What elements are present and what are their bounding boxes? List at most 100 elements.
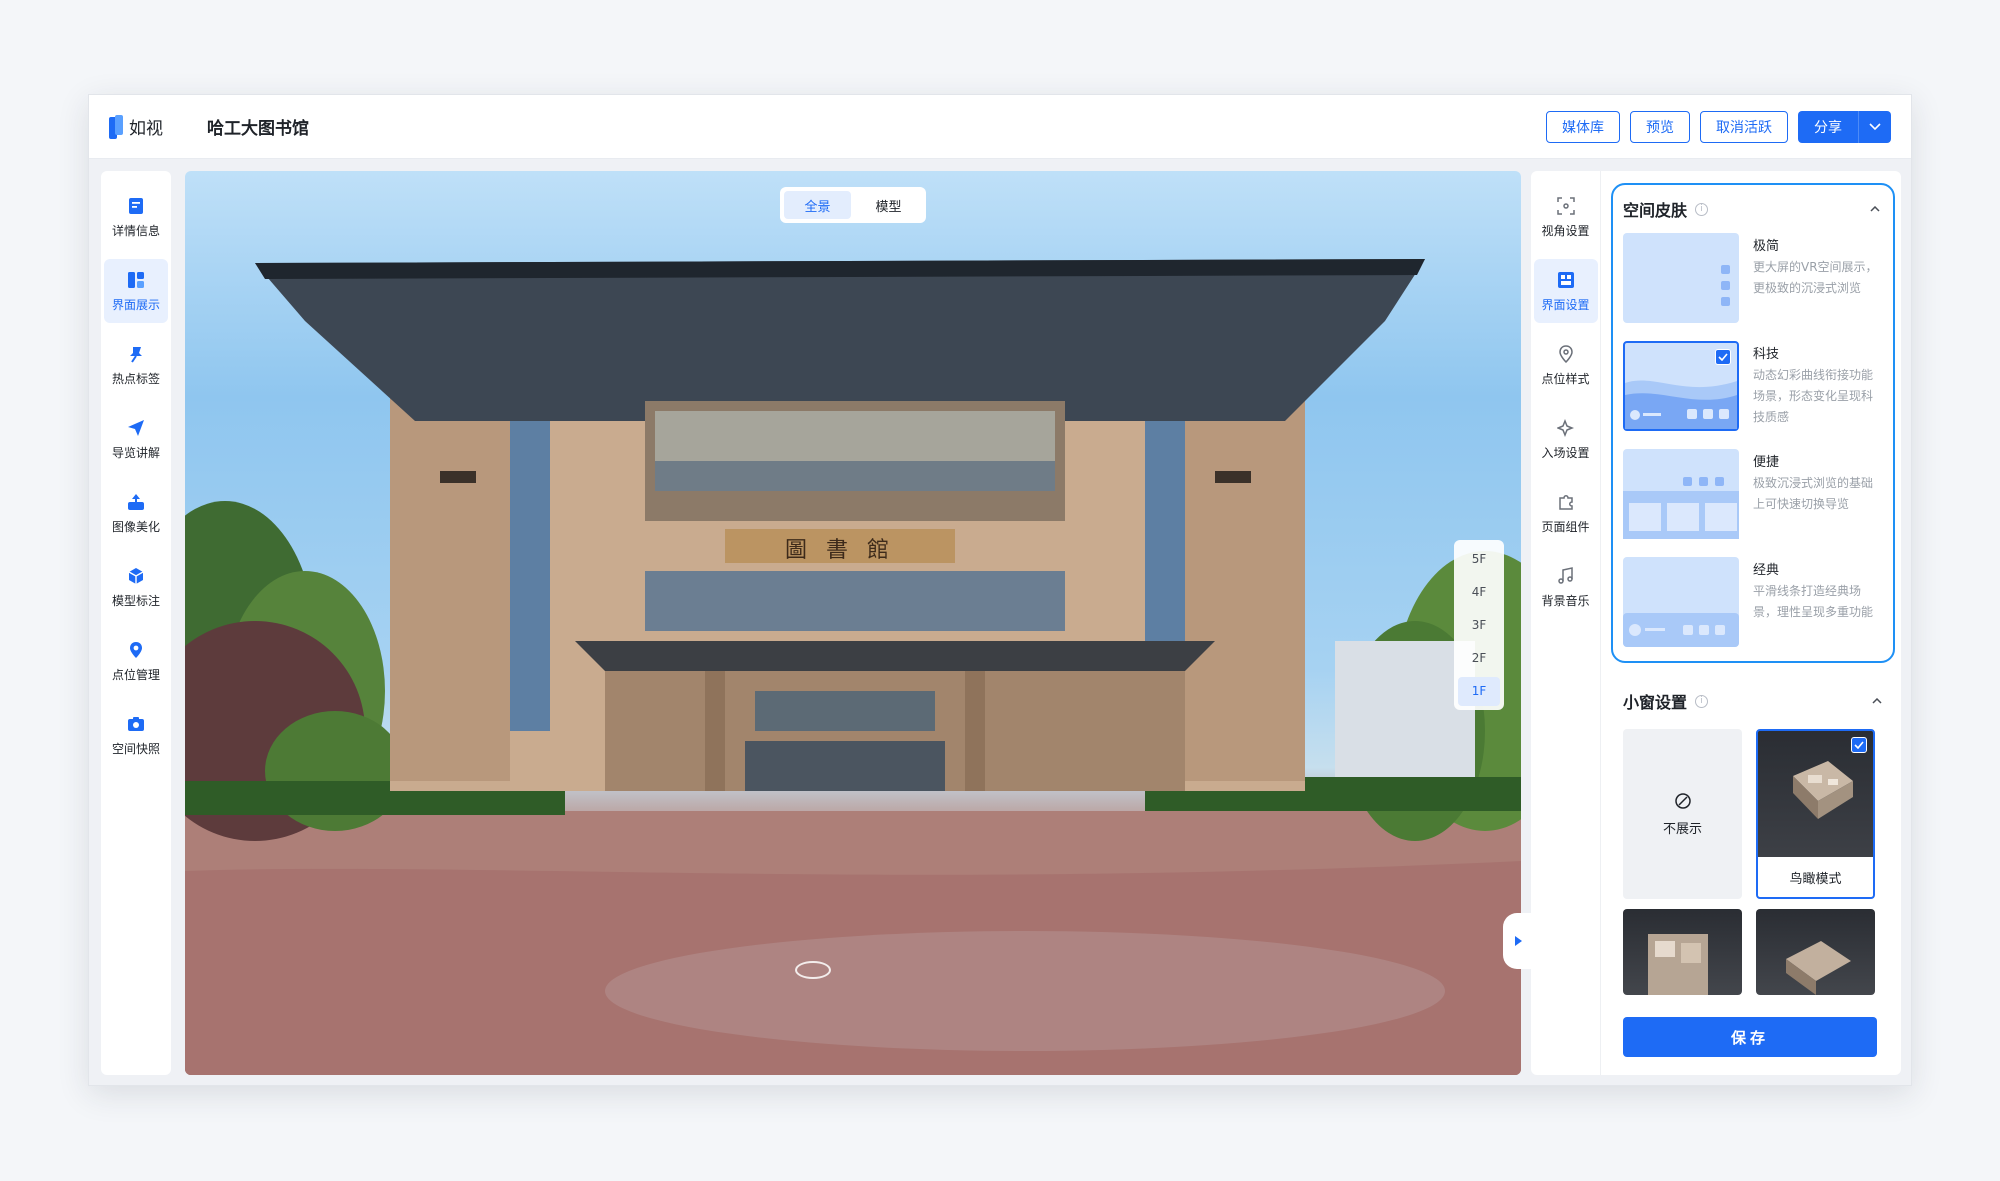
logo-text: 如视 bbox=[129, 119, 163, 139]
media-library-button[interactable]: 媒体库 bbox=[1546, 110, 1620, 143]
project-title: 哈工大图书馆 bbox=[207, 119, 309, 139]
panorama-viewer[interactable]: 全景 模型 圖 書 館 5F 4F 3F 2F 1F bbox=[185, 171, 1521, 1075]
nav-item-hotspot-tags[interactable]: 热点标签 bbox=[104, 333, 168, 397]
nav-label: 图像美化 bbox=[111, 519, 160, 534]
building-sign: 圖 書 館 bbox=[785, 538, 895, 563]
upload-image-icon bbox=[126, 492, 146, 512]
floor-5f[interactable]: 5F bbox=[1458, 544, 1500, 573]
nav-item-details[interactable]: 详情信息 bbox=[104, 185, 168, 249]
mini-option-floorplan-b[interactable] bbox=[1756, 909, 1875, 995]
layout-icon bbox=[126, 270, 146, 290]
info-icon[interactable]: i bbox=[1695, 694, 1709, 708]
nav-label: 热点标签 bbox=[111, 371, 160, 386]
skin-description: 平滑线条打造经典场景，理性呈现多重功能 bbox=[1753, 584, 1874, 619]
floor-selector: 5F 4F 3F 2F 1F bbox=[1454, 540, 1504, 710]
nav-label: 详情信息 bbox=[111, 223, 160, 238]
puzzle-icon bbox=[1556, 492, 1576, 512]
space-skin-section: 空间皮肤 i 极简 更大屏的VR空间展示，更极致的沉浸式浏览 科技 动态幻彩曲线… bbox=[1611, 183, 1895, 663]
viewfinder-icon bbox=[1556, 196, 1576, 216]
floorplan-thumbnail bbox=[1648, 934, 1708, 995]
document-icon bbox=[126, 196, 146, 216]
share-dropdown-button[interactable] bbox=[1859, 111, 1891, 143]
nav-item-entrance-settings[interactable]: 入场设置 bbox=[1534, 407, 1598, 471]
nav-item-point-style[interactable]: 点位样式 bbox=[1534, 333, 1598, 397]
logo-icon bbox=[109, 114, 123, 139]
space-skin-header[interactable]: 空间皮肤 i bbox=[1623, 195, 1883, 223]
editor-window: 如视 哈工大图书馆 媒体库 预览 取消活跃 分享 详情信息 界面展示 热点标签 … bbox=[88, 94, 1912, 1086]
view-mode-toggle: 全景 模型 bbox=[780, 187, 926, 223]
save-button[interactable]: 保存 bbox=[1623, 1017, 1877, 1057]
nav-item-background-music[interactable]: 背景音乐 bbox=[1534, 555, 1598, 619]
mini-window-options: 不展示 鸟瞰模式 bbox=[1623, 729, 1885, 995]
location-outline-icon bbox=[1556, 344, 1576, 364]
nav-label: 界面展示 bbox=[111, 297, 160, 312]
app-logo[interactable]: 如视 bbox=[109, 114, 163, 139]
chevron-up-icon[interactable] bbox=[1867, 201, 1883, 217]
skin-option-convenient[interactable]: 便捷 极致沉浸式浏览的基础上可快速切换导览 bbox=[1623, 449, 1883, 547]
skin-name: 科技 bbox=[1753, 347, 1780, 362]
mini-option-label: 鸟瞰模式 bbox=[1758, 857, 1873, 897]
send-icon bbox=[126, 418, 146, 438]
caret-right-icon bbox=[1515, 936, 1522, 946]
skin-thumbnail[interactable] bbox=[1623, 341, 1739, 431]
nav-label: 导览讲解 bbox=[111, 445, 160, 460]
panel-collapse-toggle[interactable] bbox=[1503, 913, 1533, 969]
interface-icon bbox=[1556, 270, 1576, 290]
section-title: 空间皮肤 bbox=[1623, 201, 1688, 220]
skin-name: 极简 bbox=[1753, 239, 1780, 254]
panorama-scene bbox=[185, 259, 1521, 1075]
music-icon bbox=[1556, 566, 1576, 586]
nav-label: 页面组件 bbox=[1541, 519, 1590, 534]
floor-3f[interactable]: 3F bbox=[1458, 610, 1500, 639]
classic-skin-preview bbox=[1623, 613, 1739, 647]
convenient-skin-preview bbox=[1623, 477, 1739, 539]
share-split-button: 分享 bbox=[1798, 110, 1891, 143]
nav-item-page-components[interactable]: 页面组件 bbox=[1534, 481, 1598, 545]
skin-thumbnail[interactable] bbox=[1623, 449, 1739, 539]
prohibited-icon bbox=[1674, 792, 1691, 809]
nav-label: 空间快照 bbox=[111, 741, 160, 756]
nav-item-model-annotation[interactable]: 模型标注 bbox=[104, 555, 168, 619]
floor-1f[interactable]: 1F bbox=[1458, 676, 1500, 707]
section-title: 小窗设置 bbox=[1623, 693, 1688, 712]
minimal-skin-preview bbox=[1721, 265, 1730, 306]
floor-4f[interactable]: 4F bbox=[1458, 577, 1500, 606]
nav-label: 点位管理 bbox=[111, 667, 160, 682]
skin-thumbnail[interactable] bbox=[1623, 557, 1739, 647]
nav-item-point-management[interactable]: 点位管理 bbox=[104, 629, 168, 693]
chevron-down-icon bbox=[1869, 122, 1881, 130]
nav-label: 入场设置 bbox=[1541, 445, 1590, 460]
skin-option-tech[interactable]: 科技 动态幻彩曲线衔接功能场景，形态变化呈现科技质感 bbox=[1623, 341, 1883, 439]
tab-model[interactable]: 模型 bbox=[855, 191, 922, 219]
nav-item-guided-tour[interactable]: 导览讲解 bbox=[104, 407, 168, 471]
mini-window-header[interactable]: 小窗设置 i bbox=[1623, 687, 1885, 715]
skin-thumbnail[interactable] bbox=[1623, 233, 1739, 323]
nav-item-interface-display[interactable]: 界面展示 bbox=[104, 259, 168, 323]
nav-label: 点位样式 bbox=[1541, 371, 1590, 386]
mini-option-floorplan-a[interactable] bbox=[1623, 909, 1742, 995]
floor-2f[interactable]: 2F bbox=[1458, 644, 1500, 673]
walk-point-marker[interactable] bbox=[795, 961, 831, 979]
settings-nav: 视角设置 界面设置 点位样式 入场设置 页面组件 背景音乐 bbox=[1531, 171, 1601, 1075]
sparkle-icon bbox=[1556, 418, 1576, 438]
mini-option-label: 不展示 bbox=[1662, 821, 1702, 837]
checkbox-checked-icon bbox=[1851, 737, 1867, 753]
skin-option-minimal[interactable]: 极简 更大屏的VR空间展示，更极致的沉浸式浏览 bbox=[1623, 233, 1883, 331]
tab-panorama[interactable]: 全景 bbox=[784, 191, 851, 219]
preview-button[interactable]: 预览 bbox=[1630, 110, 1690, 143]
nav-item-interface-settings[interactable]: 界面设置 bbox=[1533, 259, 1598, 323]
skin-option-classic[interactable]: 经典 平滑线条打造经典场景，理性呈现多重功能 bbox=[1623, 557, 1883, 655]
skin-description: 更大屏的VR空间展示，更极致的沉浸式浏览 bbox=[1753, 260, 1878, 295]
mini-option-hidden[interactable]: 不展示 bbox=[1623, 729, 1742, 899]
share-button[interactable]: 分享 bbox=[1798, 110, 1859, 143]
nav-item-view-settings[interactable]: 视角设置 bbox=[1534, 185, 1598, 249]
chevron-up-icon[interactable] bbox=[1869, 693, 1885, 709]
nav-label: 界面设置 bbox=[1541, 297, 1590, 312]
cancel-activate-button[interactable]: 取消活跃 bbox=[1700, 110, 1788, 143]
skin-name: 便捷 bbox=[1753, 455, 1780, 470]
info-icon[interactable]: i bbox=[1695, 202, 1709, 216]
mini-option-birdseye[interactable]: 鸟瞰模式 bbox=[1756, 729, 1875, 899]
floorplan-thumbnail bbox=[1786, 941, 1851, 995]
nav-item-image-beautify[interactable]: 图像美化 bbox=[104, 481, 168, 545]
nav-item-space-snapshot[interactable]: 空间快照 bbox=[104, 703, 168, 767]
